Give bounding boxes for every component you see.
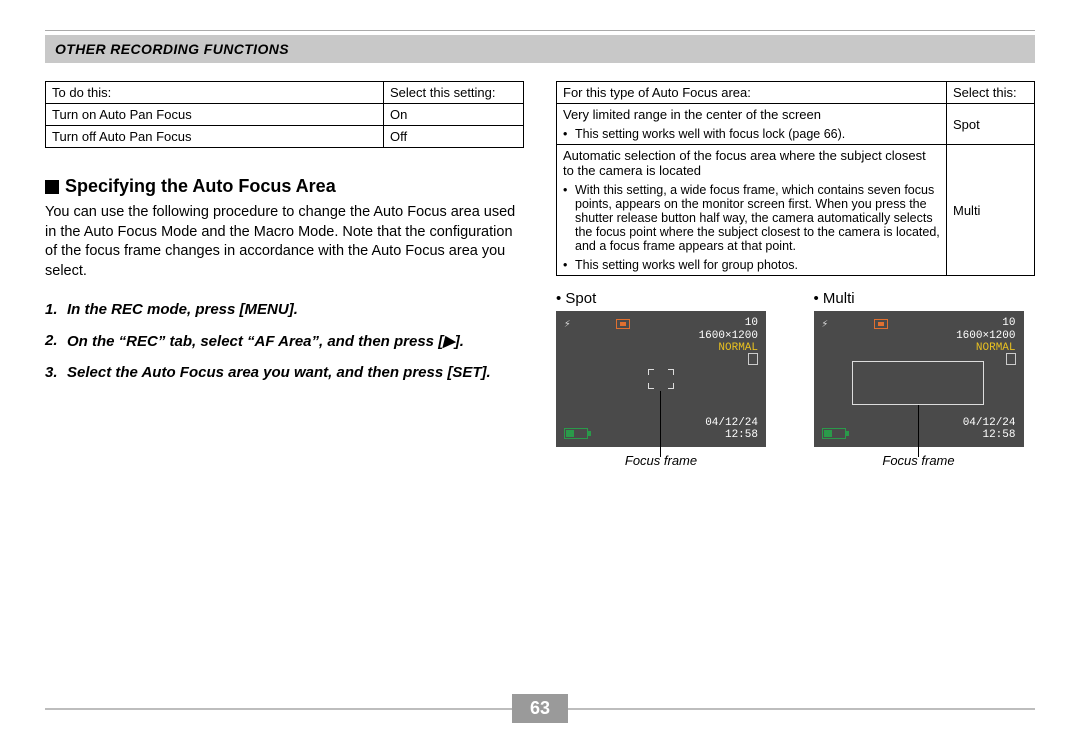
table-header: Select this: [947,82,1035,104]
row-desc: Automatic selection of the focus area wh… [563,148,926,178]
manual-page: OTHER RECORDING FUNCTIONS To do this: Se… [0,0,1080,468]
table-row: Very limited range in the center of the … [557,104,1035,145]
battery-icon [564,428,588,439]
lcd-datetime: 04/12/24 12:58 [963,417,1016,441]
time: 12:58 [963,429,1016,441]
step-number: 1. [45,301,67,318]
date: 04/12/24 [963,417,1016,429]
preview-label: • Multi [814,290,1036,307]
body-paragraph: You can use the following procedure to c… [45,203,524,281]
bullet-text: This setting works well for group photos… [575,258,798,272]
af-area-table: For this type of Auto Focus area: Select… [556,81,1035,276]
focus-frame-spot [648,369,674,389]
resolution: 1600×1200 [699,330,758,343]
bullet-item: •With this setting, a wide focus frame, … [563,183,940,253]
pan-focus-table: To do this: Select this setting: Turn on… [45,81,524,148]
bullet-text: This setting works well with focus lock … [575,127,845,141]
table-header: To do this: [46,82,384,104]
table-header-row: To do this: Select this setting: [46,82,524,104]
bullet-item: •This setting works well with focus lock… [563,127,940,141]
table-header: For this type of Auto Focus area: [557,82,947,104]
focus-frame-multi [852,361,984,405]
step-item: 3. Select the Auto Focus area you want, … [45,364,524,381]
page-footer: 63 [45,708,1035,710]
preview-spot: • Spot ⚡ 10 1600×1200 NORMAL [556,290,778,468]
table-cell: Spot [947,104,1035,145]
callout-line [918,405,919,457]
table-header-row: For this type of Auto Focus area: Select… [557,82,1035,104]
table-cell: Automatic selection of the focus area wh… [557,145,947,276]
time: 12:58 [705,429,758,441]
callout-label: Focus frame [556,453,766,468]
page-number: 63 [512,694,568,723]
step-text: In the REC mode, press [MENU]. [67,301,298,318]
table-cell: Turn on Auto Pan Focus [46,104,384,126]
table-row: Turn on Auto Pan Focus On [46,104,524,126]
remaining-shots: 10 [956,317,1015,330]
lcd-screen: ⚡ 10 1600×1200 NORMAL 04/12/24 12:58 [814,311,1024,447]
procedure-steps: 1. In the REC mode, press [MENU]. 2. On … [45,301,524,381]
preview-label: • Spot [556,290,778,307]
step-item: 2. On the “REC” tab, select “AF Area”, a… [45,332,524,350]
flash-icon: ⚡ [822,317,829,331]
callout-label: Focus frame [814,453,1024,468]
flash-icon: ⚡ [564,317,571,331]
card-icon [748,353,758,365]
subsection-heading: Specifying the Auto Focus Area [45,176,524,197]
bullet-item: •This setting works well for group photo… [563,258,940,272]
battery-icon [822,428,846,439]
right-column: For this type of Auto Focus area: Select… [556,81,1035,468]
lcd-status: 10 1600×1200 NORMAL [699,317,758,355]
table-cell: Turn off Auto Pan Focus [46,126,384,148]
table-cell: Multi [947,145,1035,276]
callout-line [660,391,661,457]
remaining-shots: 10 [699,317,758,330]
step-number: 3. [45,364,67,381]
table-header: Select this setting: [384,82,524,104]
row-desc: Very limited range in the center of the … [563,107,821,122]
step-number: 2. [45,332,67,350]
section-banner: OTHER RECORDING FUNCTIONS [45,35,1035,63]
lcd-status: 10 1600×1200 NORMAL [956,317,1015,355]
lcd-preview-row: • Spot ⚡ 10 1600×1200 NORMAL [556,290,1035,468]
step-text: On the “REC” tab, select “AF Area”, and … [67,332,464,350]
heading-text: Specifying the Auto Focus Area [65,176,336,197]
resolution: 1600×1200 [956,330,1015,343]
table-cell: Off [384,126,524,148]
mode-icon [874,319,888,329]
step-item: 1. In the REC mode, press [MENU]. [45,301,524,318]
table-row: Turn off Auto Pan Focus Off [46,126,524,148]
table-cell: Very limited range in the center of the … [557,104,947,145]
bullet-text: With this setting, a wide focus frame, w… [575,183,940,253]
two-column-layout: To do this: Select this setting: Turn on… [45,81,1035,468]
lcd-datetime: 04/12/24 12:58 [705,417,758,441]
square-bullet-icon [45,180,59,194]
table-cell: On [384,104,524,126]
table-row: Automatic selection of the focus area wh… [557,145,1035,276]
left-column: To do this: Select this setting: Turn on… [45,81,524,468]
preview-multi: • Multi ⚡ 10 1600×1200 NORMAL [814,290,1036,468]
mode-icon [616,319,630,329]
card-icon [1006,353,1016,365]
date: 04/12/24 [705,417,758,429]
top-rule [45,30,1035,31]
lcd-screen: ⚡ 10 1600×1200 NORMAL [556,311,766,447]
step-text: Select the Auto Focus area you want, and… [67,364,491,381]
